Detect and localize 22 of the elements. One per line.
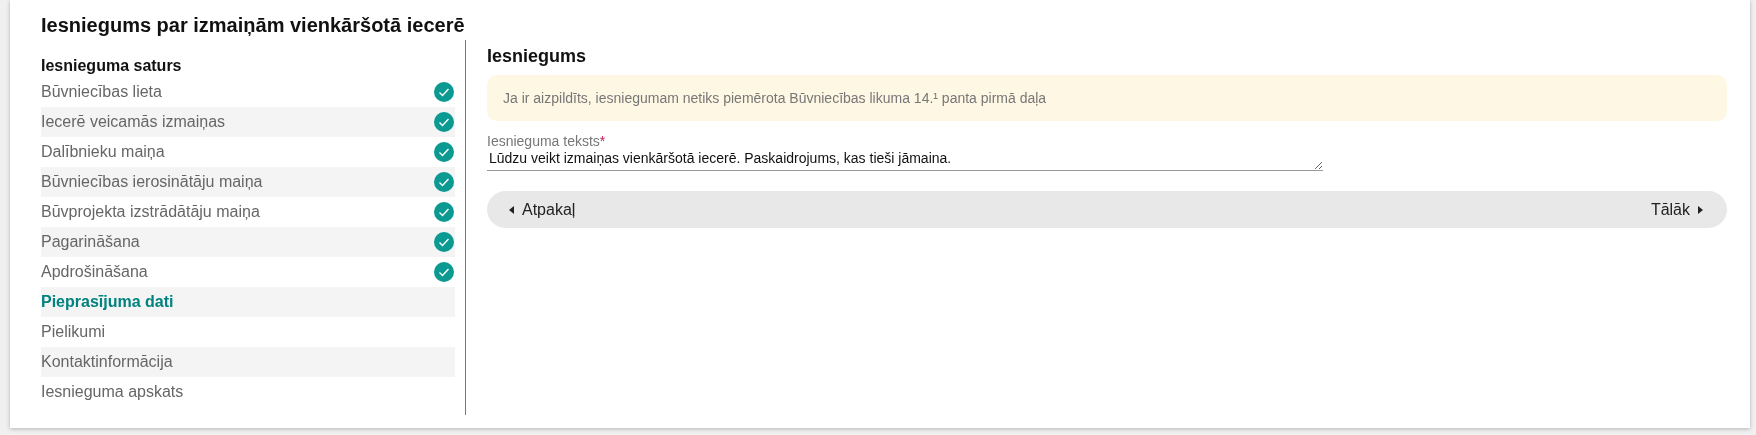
sidebar-heading: Iesnieguma saturs (41, 56, 183, 76)
sidebar-item[interactable]: Būvniecības lieta (41, 77, 455, 107)
required-mark: * (599, 133, 606, 149)
sidebar-item[interactable]: Kontaktinformācija (41, 347, 455, 377)
notice-banner: Ja ir aizpildīts, iesniegumam netiks piemērota Būvniecības likuma 14.¹ panta pirmā daļa (487, 75, 1727, 121)
sidebar-item[interactable]: Būvniecības ierosinātāju maiņa (41, 167, 455, 197)
sidebar-item[interactable]: Iecerē veicamās izmaiņas (41, 107, 455, 137)
sidebar-item[interactable]: Apdrošināšana (41, 257, 455, 287)
caret-right-icon (1698, 205, 1703, 214)
back-button[interactable]: Atpakaļ (509, 197, 576, 222)
sidebar-item[interactable]: Dalībnieku maiņa (41, 137, 455, 167)
next-button[interactable]: Tālāk (1650, 197, 1703, 222)
sidebar-item[interactable]: Būvprojekta izstrādātāju maiņa (41, 197, 455, 227)
sidebar-item[interactable]: Pagarināšana (41, 227, 455, 257)
sidebar-item[interactable]: Pieprasījuma dati (41, 287, 455, 317)
section-title: Iesniegums (487, 45, 588, 67)
sidebar-item[interactable]: Iesnieguma apskats (41, 377, 455, 407)
text-field[interactable]: Lūdzu veikt izmaiņas vienkāršotā iecerē. Paskaidrojums, kas tieši jāmaina. (487, 149, 1323, 171)
caret-left-icon (509, 205, 514, 214)
field-label: Iesnieguma teksts (487, 133, 600, 149)
page-title: Iesniegums par izmaiņām vienkāršotā iecerē (41, 13, 466, 38)
sidebar-item[interactable]: Pielikumi (41, 317, 455, 347)
